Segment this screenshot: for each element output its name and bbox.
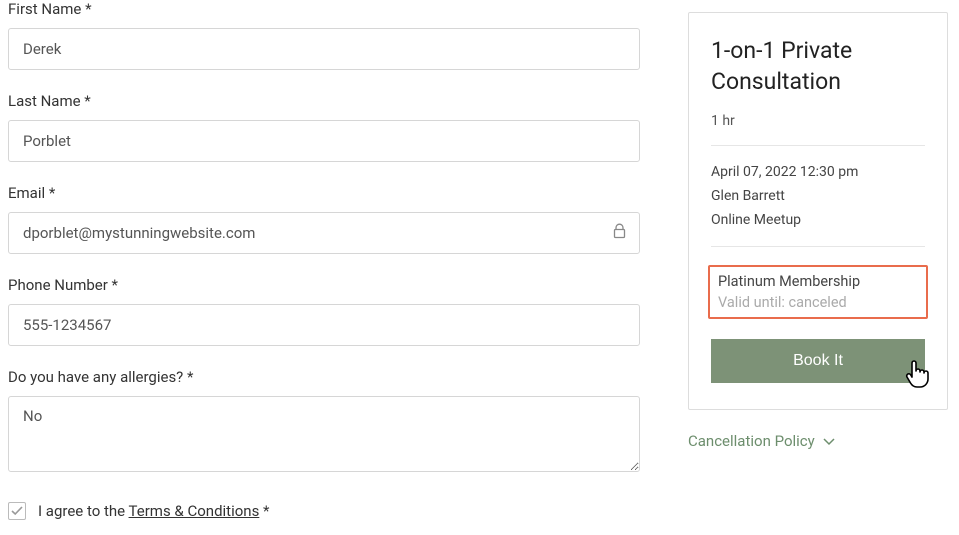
last-name-input[interactable]	[8, 120, 640, 162]
agree-checkbox[interactable]	[8, 502, 26, 520]
service-duration: 1 hr	[711, 113, 925, 129]
membership-validity: Valid until: canceled	[718, 294, 918, 311]
chevron-down-icon	[823, 432, 835, 450]
cancellation-policy-link[interactable]: Cancellation Policy	[688, 432, 948, 450]
divider	[711, 246, 925, 247]
divider	[711, 145, 925, 146]
booking-summary-card: 1-on-1 Private Consultation 1 hr April 0…	[688, 12, 948, 410]
membership-highlight: Platinum Membership Valid until: cancele…	[708, 265, 928, 319]
agree-label: I agree to the Terms & Conditions *	[38, 502, 270, 520]
booking-datetime: April 07, 2022 12:30 pm	[711, 164, 925, 180]
booking-provider: Glen Barrett	[711, 188, 925, 204]
email-input[interactable]	[8, 212, 640, 254]
phone-label: Phone Number *	[8, 276, 640, 294]
membership-name: Platinum Membership	[718, 273, 918, 290]
booking-location: Online Meetup	[711, 212, 925, 228]
terms-link[interactable]: Terms & Conditions	[129, 502, 260, 520]
book-button[interactable]: Book It	[711, 339, 925, 383]
agree-suffix: *	[259, 502, 269, 520]
cancellation-policy-label: Cancellation Policy	[688, 432, 815, 450]
allergies-input[interactable]	[8, 396, 640, 472]
first-name-label: First Name *	[8, 0, 640, 18]
first-name-input[interactable]	[8, 28, 640, 70]
email-label: Email *	[8, 184, 640, 202]
phone-input[interactable]	[8, 304, 640, 346]
last-name-label: Last Name *	[8, 92, 640, 110]
allergies-label: Do you have any allergies? *	[8, 368, 640, 386]
service-title: 1-on-1 Private Consultation	[711, 35, 925, 97]
agree-prefix: I agree to the	[38, 502, 129, 520]
